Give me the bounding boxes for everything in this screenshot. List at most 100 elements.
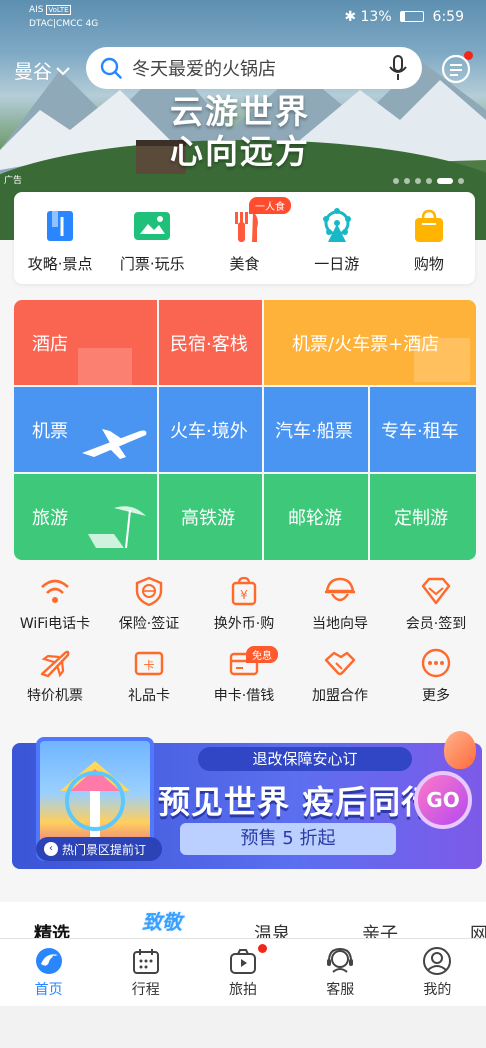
quick-nav-label: 一日游 <box>314 255 360 273</box>
tab-label: 首页 <box>34 982 63 998</box>
carousel-dot <box>458 178 464 184</box>
grid-travel[interactable]: 旅游 <box>14 474 157 560</box>
grid-label: 高铁游 <box>181 508 235 529</box>
chevron-left-icon: ‹ <box>44 842 58 856</box>
service-label: 换外币·购 <box>213 616 275 632</box>
bluetooth-icon: ✱ <box>344 9 357 25</box>
currency-bag-icon: ¥ <box>231 576 257 606</box>
battery-percent: 13% <box>360 9 392 25</box>
status-right: ✱ 13% 6:59 <box>344 9 464 25</box>
grid-label: 专车·租车 <box>381 420 459 442</box>
tab-travel-photos[interactable]: 旅拍 <box>194 939 291 1006</box>
banner-slogan-line2: 心向远方 <box>170 132 310 171</box>
grid-car-rental[interactable]: 专车·租车 <box>370 387 476 472</box>
headset-icon <box>327 947 354 973</box>
grid-label: 酒店 <box>32 333 68 355</box>
category-tab-special[interactable]: 致敬 <box>124 906 200 940</box>
grid-highspeed-rail[interactable]: 高铁游 <box>159 474 262 560</box>
grid-homestay[interactable]: 民宿·客栈 <box>159 300 262 385</box>
booking-grid: 酒店 民宿·客栈 机票/火车票+酒店 机票 火车·境外 汽车·船票 专车·租车 … <box>14 300 476 560</box>
search-placeholder: 冬天最爱的火锅店 <box>132 59 276 80</box>
quick-nav-tickets[interactable]: 门票·玩乐 <box>106 192 198 284</box>
microphone-icon[interactable] <box>388 55 408 81</box>
tab-label: 客服 <box>326 982 355 998</box>
quick-nav-label: 攻略·景点 <box>27 255 93 273</box>
service-label: 当地向导 <box>312 616 368 632</box>
city-label: 曼谷 <box>14 61 53 83</box>
network-type: 4G <box>85 19 99 29</box>
service-label: 申卡·借钱 <box>213 688 275 704</box>
grid-bus-ship[interactable]: 汽车·船票 <box>264 387 368 472</box>
guide-book-icon <box>47 211 74 241</box>
promo-headline: 预见世界 疫后同行 <box>158 783 435 821</box>
grid-label: 邮轮游 <box>288 508 342 529</box>
service-label: WiFi电话卡 <box>19 616 91 632</box>
interest-free-badge: 免息 <box>246 646 278 663</box>
carousel-dot <box>393 178 399 184</box>
grid-label: 机票/火车票+酒店 <box>292 333 440 355</box>
gift-card-icon: 卡 <box>134 651 164 676</box>
search-bar[interactable]: 冬天最爱的火锅店 <box>86 47 422 89</box>
battery-icon <box>400 11 425 22</box>
guide-hat-icon <box>325 577 355 602</box>
grid-cruise[interactable]: 邮轮游 <box>264 474 368 560</box>
service-label: 加盟合作 <box>312 688 368 704</box>
service-wifi[interactable]: WiFi电话卡 <box>7 576 103 633</box>
service-label: 更多 <box>422 688 450 704</box>
service-insurance-visa[interactable]: 保险·签证 <box>101 576 197 633</box>
carrier-line2: DTAC|CMCC 4G <box>29 19 98 29</box>
more-dots-icon <box>421 648 451 678</box>
carousel-dot-active <box>437 178 453 184</box>
quick-nav-guide[interactable]: 攻略·景点 <box>14 192 106 284</box>
tab-profile[interactable]: 我的 <box>389 939 486 1006</box>
carousel-indicator <box>393 178 464 184</box>
carousel-dot <box>404 178 410 184</box>
promo-go-button[interactable]: GO <box>414 771 472 829</box>
service-local-guide[interactable]: 当地向导 <box>292 576 388 633</box>
quick-nav-label: 美食 <box>229 255 260 273</box>
grid-label: 旅游 <box>32 508 68 529</box>
hot-air-balloon-graphic <box>444 731 476 769</box>
wifi-icon <box>41 579 69 603</box>
status-bar: AIS VoLTE DTAC|CMCC 4G ✱ 13% 6:59 <box>0 0 486 34</box>
grid-flight[interactable]: 机票 <box>14 387 157 472</box>
city-selector[interactable]: 曼谷 <box>14 57 70 84</box>
plane-graphic <box>82 429 147 459</box>
service-currency[interactable]: ¥ 换外币·购 <box>196 576 292 633</box>
system-nav-area <box>0 1006 486 1048</box>
carousel-dot <box>415 178 421 184</box>
quick-nav-shopping[interactable]: 购物 <box>383 192 475 284</box>
tab-itinerary[interactable]: 行程 <box>97 939 268 1006</box>
service-label: 特价机票 <box>27 688 83 704</box>
service-cheap-flights[interactable]: 特价机票 <box>7 648 103 705</box>
grid-custom[interactable]: 定制游 <box>370 474 476 560</box>
message-badge-dot <box>464 51 473 60</box>
carrier-name: AIS <box>29 5 44 15</box>
clock: 6:59 <box>432 9 464 25</box>
service-gift-card[interactable]: 卡 礼品卡 <box>101 648 197 705</box>
grid-flight-train-hotel[interactable]: 机票/火车票+酒店 <box>264 300 476 385</box>
grid-label: 民宿·客栈 <box>170 333 248 355</box>
tab-customer-service[interactable]: 客服 <box>292 939 389 1006</box>
ticket-image-icon <box>134 212 171 240</box>
message-button[interactable] <box>440 51 473 85</box>
diamond-icon <box>421 577 451 605</box>
promo-banner[interactable]: ‹ 热门景区提前订 退改保障安心订 预见世界 疫后同行 预售 5 折起 GO <box>12 731 482 873</box>
camera-icon <box>230 949 256 974</box>
service-label: 礼品卡 <box>128 688 170 704</box>
grid-hotel[interactable]: 酒店 <box>14 300 157 385</box>
service-more[interactable]: 更多 <box>388 648 484 705</box>
grid-train[interactable]: 火车·境外 <box>159 387 262 472</box>
hotel-building-graphic <box>78 348 132 385</box>
grid-label: 定制游 <box>394 508 448 529</box>
quick-nav-day-tour[interactable]: 一日游 <box>291 192 383 284</box>
service-membership[interactable]: 会员·签到 <box>388 576 484 633</box>
tab-label: 我的 <box>423 982 452 998</box>
promo-image-caption[interactable]: ‹ 热门景区提前订 <box>36 837 162 861</box>
tab-home[interactable]: 首页 <box>0 939 97 1006</box>
quick-nav-label: 购物 <box>413 255 444 273</box>
grid-label: 汽车·船票 <box>275 420 353 442</box>
user-icon <box>423 947 452 975</box>
promo-subtitle: 退改保障安心订 <box>198 747 412 771</box>
service-partnership[interactable]: 加盟合作 <box>292 648 388 705</box>
